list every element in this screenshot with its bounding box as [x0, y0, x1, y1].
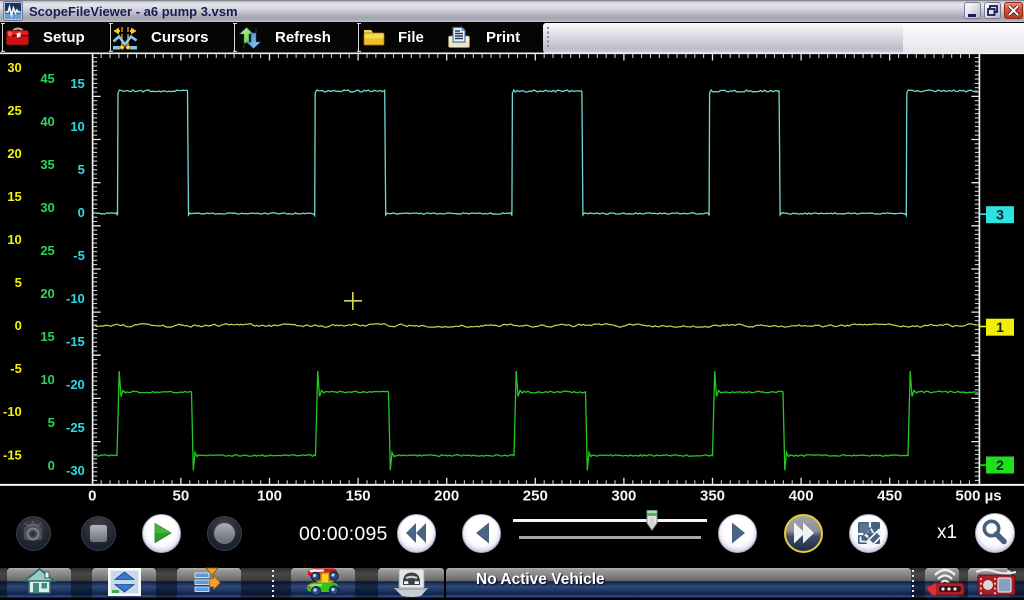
- svg-text:5: 5: [78, 162, 85, 177]
- svg-text:100: 100: [257, 488, 282, 505]
- svg-text:0: 0: [48, 458, 55, 473]
- svg-text:150: 150: [346, 488, 371, 505]
- svg-text:0: 0: [88, 488, 96, 505]
- svg-text:-15: -15: [3, 447, 22, 462]
- svg-text:20: 20: [40, 286, 54, 301]
- svg-text:300: 300: [611, 488, 636, 505]
- svg-text:15: 15: [40, 329, 54, 344]
- svg-text:35: 35: [40, 157, 54, 172]
- svg-text:-25: -25: [66, 420, 85, 435]
- svg-text:25: 25: [40, 243, 54, 258]
- svg-text:45: 45: [40, 71, 54, 86]
- svg-text:10: 10: [7, 232, 21, 247]
- svg-text:15: 15: [7, 189, 21, 204]
- svg-text:-5: -5: [73, 248, 85, 263]
- svg-text:-10: -10: [3, 404, 22, 419]
- svg-text:50: 50: [173, 488, 190, 505]
- svg-text:450: 450: [877, 488, 902, 505]
- svg-text:-20: -20: [66, 377, 85, 392]
- svg-text:20: 20: [7, 146, 21, 161]
- svg-text:1: 1: [996, 319, 1004, 335]
- svg-text:-30: -30: [66, 463, 85, 478]
- svg-text:40: 40: [40, 114, 54, 129]
- svg-text:-15: -15: [66, 334, 85, 349]
- svg-text:15: 15: [70, 76, 84, 91]
- svg-text:5: 5: [48, 415, 55, 430]
- svg-text:400: 400: [789, 488, 814, 505]
- svg-text:10: 10: [40, 372, 54, 387]
- svg-text:350: 350: [700, 488, 725, 505]
- svg-text:10: 10: [70, 119, 84, 134]
- svg-text:0: 0: [15, 318, 22, 333]
- svg-text:-10: -10: [66, 291, 85, 306]
- svg-text:30: 30: [40, 200, 54, 215]
- svg-text:2: 2: [996, 457, 1004, 473]
- svg-text:200: 200: [434, 488, 459, 505]
- svg-text:5: 5: [15, 275, 22, 290]
- svg-text:30: 30: [7, 60, 21, 75]
- svg-text:25: 25: [7, 103, 21, 118]
- svg-text:0: 0: [78, 205, 85, 220]
- svg-text:3: 3: [996, 207, 1004, 223]
- svg-text:-5: -5: [10, 361, 22, 376]
- svg-text:500 µs: 500 µs: [955, 488, 1001, 505]
- svg-text:250: 250: [523, 488, 548, 505]
